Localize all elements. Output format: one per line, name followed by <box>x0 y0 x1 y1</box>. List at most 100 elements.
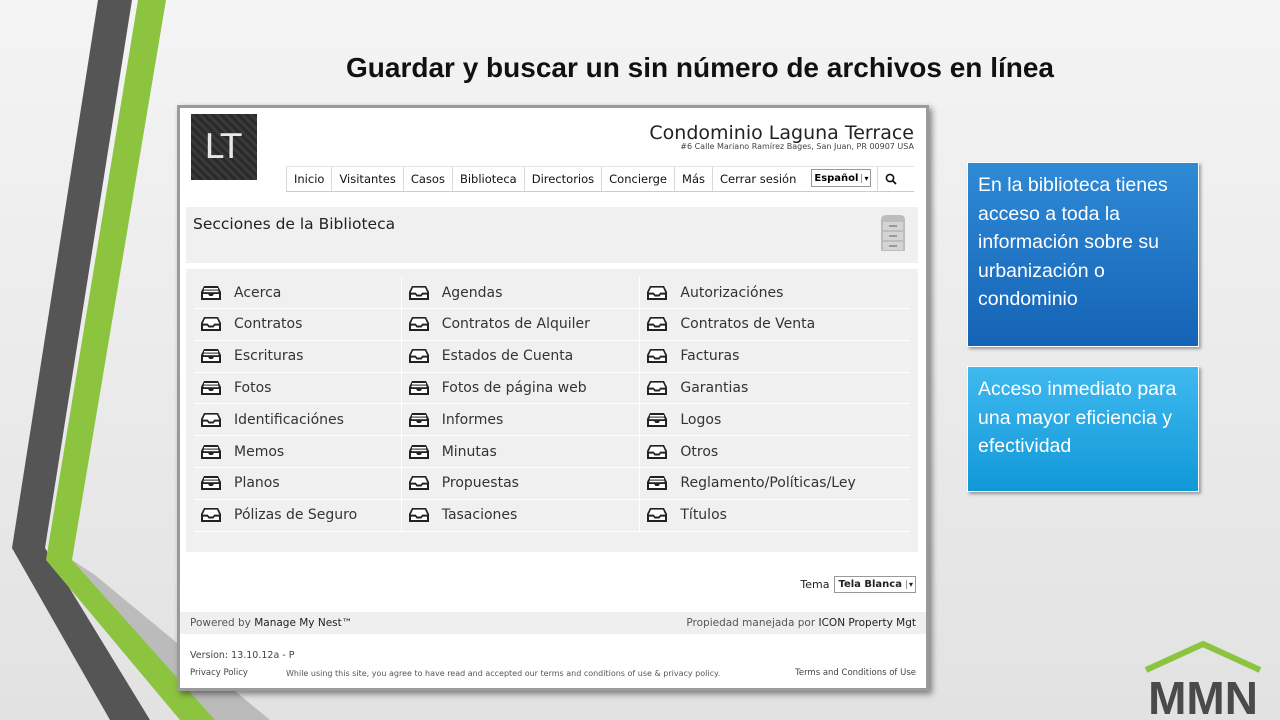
language-select[interactable]: Español ▾ <box>811 169 872 187</box>
callout-library-access: En la biblioteca tienes acceso a toda la… <box>967 162 1199 347</box>
library-section-label: Títulos <box>680 507 727 524</box>
library-section-item[interactable]: Fotos <box>194 372 402 404</box>
nav-inicio[interactable]: Inicio <box>286 167 331 191</box>
callout-efficiency: Acceso inmediato para una mayor eficienc… <box>967 366 1199 492</box>
library-section-label: Planos <box>234 475 280 492</box>
tray-full-icon <box>408 444 429 459</box>
table-row: Contratos Contratos de Alquiler Contratos … <box>194 308 910 341</box>
library-section-label: Garantias <box>680 379 749 396</box>
table-row: Escrituras Estados de Cuenta Facturas <box>194 340 910 373</box>
search-button[interactable] <box>877 167 904 191</box>
table-row: Identificaciónes Informes Logos <box>194 404 910 437</box>
mmn-brand-logo: MMN <box>1144 641 1262 718</box>
library-section-label: Memos <box>234 443 285 460</box>
library-section-item[interactable]: Logos <box>640 404 910 435</box>
library-section-label: Pólizas de Seguro <box>234 507 358 524</box>
library-section-item[interactable]: Garantias <box>640 372 910 403</box>
tray-full-icon <box>201 476 221 491</box>
library-section-item[interactable]: Contratos <box>194 308 402 340</box>
managed-name[interactable]: ICON Property Mgt <box>819 617 917 629</box>
theme-value: Tela Blanca <box>838 579 902 590</box>
library-section-label: Facturas <box>680 348 740 365</box>
tray-empty-icon <box>647 508 668 523</box>
library-section-item[interactable]: Reglamento/Políticas/Ley <box>640 468 910 499</box>
library-section-label: Fotos de página web <box>441 379 587 396</box>
version-text: Version: 13.10.12a - P <box>190 650 295 661</box>
managed-by: Propiedad manejada por ICON Property Mgt <box>686 617 916 629</box>
library-title: Secciones de la Biblioteca <box>193 215 396 233</box>
privacy-policy-link[interactable]: Privacy Policy <box>190 668 248 678</box>
library-section-item[interactable]: Títulos <box>640 500 910 531</box>
library-section-item[interactable]: Otros <box>640 436 910 467</box>
tray-empty-icon <box>408 285 429 300</box>
site-address: #6 Calle Mariano Ramírez Bages, San Juan… <box>680 142 914 151</box>
library-section-item[interactable]: Facturas <box>640 341 910 372</box>
slide-title: Guardar y buscar un sin número de archiv… <box>346 52 1054 83</box>
tray-full-icon <box>647 476 668 491</box>
tray-full-icon <box>647 412 668 427</box>
main-nav: Inicio Visitantes Casos Biblioteca Direc… <box>286 166 914 192</box>
tray-full-icon <box>201 380 221 395</box>
library-section-item[interactable]: Tasaciones <box>402 499 641 531</box>
chevron-down-icon: ▾ <box>861 173 868 183</box>
library-section-item[interactable]: Planos <box>194 467 402 499</box>
library-section-label: Contratos <box>234 316 303 333</box>
tray-full-icon <box>408 412 429 427</box>
tray-full-icon <box>201 285 221 300</box>
library-section-item[interactable]: Identificaciónes <box>194 404 402 436</box>
terms-note: While using this site, you agree to have… <box>286 669 721 678</box>
tray-empty-icon <box>647 317 668 332</box>
library-sections-grid: Acerca Agendas Autorizaciónes Contratos Cont… <box>186 269 918 552</box>
nav-visitantes[interactable]: Visitantes <box>331 167 402 191</box>
library-section-label: Escrituras <box>234 348 304 365</box>
library-section-item[interactable]: Autorizaciónes <box>640 277 910 308</box>
powered-by: Powered by Manage My Nest™ <box>190 617 352 629</box>
library-section-label: Reglamento/Políticas/Ley <box>680 475 856 492</box>
nav-directorios[interactable]: Directorios <box>523 167 601 191</box>
app-screenshot: LT Condominio Laguna Terrace #6 Calle Ma… <box>177 105 929 691</box>
powered-prefix: Powered by <box>190 617 251 629</box>
library-section-item[interactable]: Contratos de Alquiler <box>402 308 641 340</box>
terms-link[interactable]: Terms and Conditions of Use <box>795 668 916 678</box>
library-section-label: Otros <box>680 443 719 460</box>
library-section-label: Informes <box>441 411 504 428</box>
library-section-item[interactable]: Acerca <box>194 277 402 308</box>
table-row: Pólizas de Seguro Tasaciones Títulos <box>194 499 910 532</box>
library-section-item[interactable]: Informes <box>402 404 641 436</box>
library-section-item[interactable]: Estados de Cuenta <box>402 340 641 372</box>
library-section-item[interactable]: Minutas <box>402 436 641 467</box>
footer-bar: Powered by Manage My Nest™ Propiedad man… <box>180 612 926 634</box>
library-section-label: Tasaciones <box>441 507 518 524</box>
nav-cerrar-sesion[interactable]: Cerrar sesión <box>711 167 803 191</box>
library-section-item[interactable]: Agendas <box>402 277 641 308</box>
table-row: Fotos Fotos de página web Garantias <box>194 372 910 405</box>
theme-select[interactable]: Tela Blanca ▾ <box>834 576 916 593</box>
tray-empty-icon <box>647 349 668 364</box>
library-section-label: Contratos de Alquiler <box>441 316 590 333</box>
theme-selector: Tema Tela Blanca ▾ <box>800 576 916 593</box>
library-section-label: Propuestas <box>441 475 519 492</box>
nav-mas[interactable]: Más <box>674 167 712 191</box>
filing-cabinet-icon <box>881 215 905 251</box>
powered-name[interactable]: Manage My Nest™ <box>254 617 352 629</box>
nav-biblioteca[interactable]: Biblioteca <box>451 167 524 191</box>
tray-empty-icon <box>201 317 221 332</box>
tray-empty-icon <box>408 508 429 523</box>
nav-casos[interactable]: Casos <box>402 167 452 191</box>
tray-full-icon <box>408 380 429 395</box>
mmn-brand-text: MMN <box>1148 672 1258 718</box>
table-row: Planos Propuestas Reglamento/Políticas/Ley <box>194 467 910 500</box>
library-section-item[interactable]: Escrituras <box>194 340 402 372</box>
tray-empty-icon <box>201 508 221 523</box>
chevron-down-icon: ▾ <box>905 580 915 589</box>
tray-empty-icon <box>647 380 668 395</box>
tray-empty-icon <box>408 317 429 332</box>
nav-concierge[interactable]: Concierge <box>601 167 674 191</box>
library-section-item[interactable]: Propuestas <box>402 467 641 499</box>
language-value: Español <box>814 172 859 184</box>
library-section-item[interactable]: Pólizas de Seguro <box>194 499 402 531</box>
library-section-label: Logos <box>680 411 722 428</box>
library-section-item[interactable]: Fotos de página web <box>402 372 641 404</box>
library-section-item[interactable]: Memos <box>194 436 402 467</box>
library-section-item[interactable]: Contratos de Venta <box>640 309 910 340</box>
